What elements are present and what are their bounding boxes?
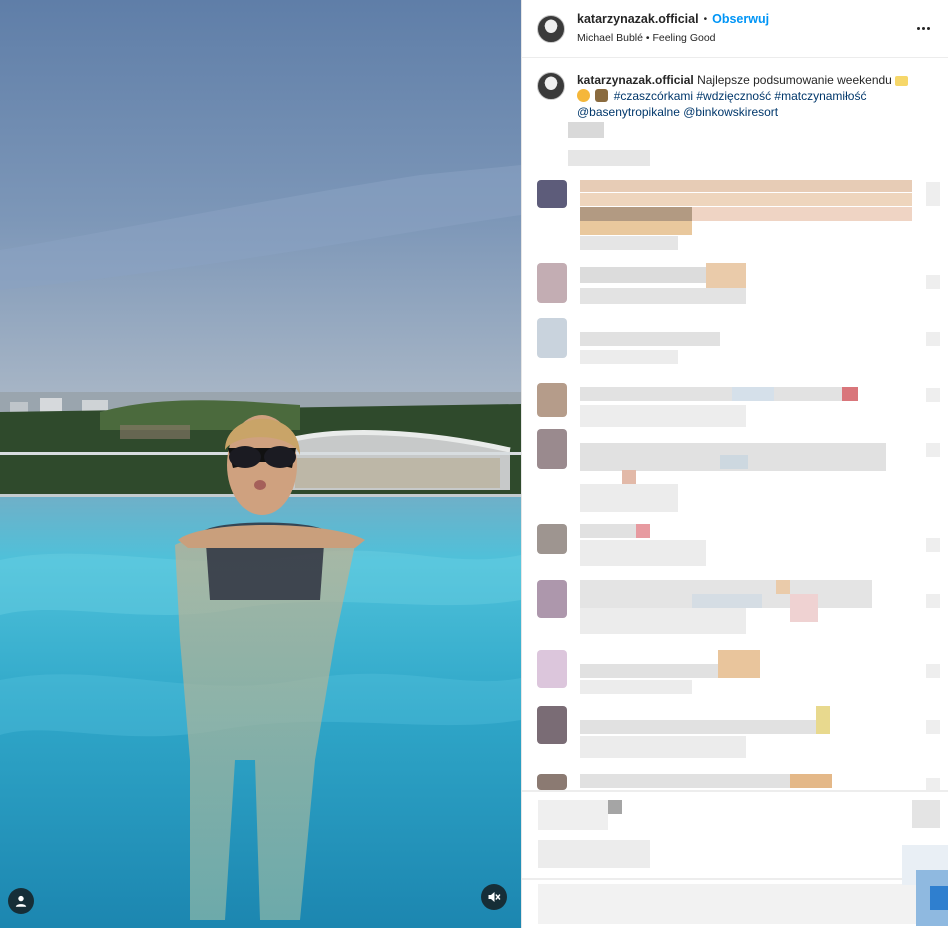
caption-username[interactable]: katarzynazak.official — [577, 73, 694, 87]
post-sidebar: katarzynazak.official • Obserwuj Michael… — [521, 0, 948, 928]
blurred-comments — [522, 0, 948, 928]
tagged-users-button[interactable] — [8, 888, 34, 914]
hugging-emoji-icon — [895, 76, 909, 86]
user-tag-icon — [15, 895, 27, 907]
post-media-video[interactable] — [0, 0, 521, 928]
more-horizontal-icon[interactable] — [912, 19, 934, 39]
caption-hashtags[interactable]: #czaszcórkami #wdzięczność #matczynamiło… — [614, 89, 867, 103]
post-caption: katarzynazak.official Najlepsze podsumow… — [522, 58, 948, 120]
post-header: katarzynazak.official • Obserwuj Michael… — [522, 0, 948, 58]
post-modal: katarzynazak.official • Obserwuj Michael… — [0, 0, 948, 928]
follow-button[interactable]: Obserwuj — [712, 12, 769, 28]
caption-author-avatar[interactable] — [537, 72, 565, 100]
audio-muted-icon — [488, 892, 501, 902]
author-info: katarzynazak.official • Obserwuj Michael… — [577, 12, 912, 45]
author-avatar[interactable] — [537, 14, 565, 43]
audio-track-link[interactable]: Michael Bublé • Feeling Good — [577, 32, 912, 45]
author-username[interactable]: katarzynazak.official — [577, 12, 699, 28]
heart-eyes-emoji-icon — [577, 89, 590, 102]
pool-scene-image — [0, 0, 521, 928]
caption-text: Najlepsze podsumowanie weekendu — [697, 73, 892, 87]
separator-dot: • — [703, 13, 708, 25]
audio-toggle-button[interactable] — [481, 884, 507, 910]
family-emoji-icon — [595, 89, 609, 102]
caption-mentions[interactable]: @basenytropikalne @binkowskiresort — [577, 105, 778, 119]
caption-body: katarzynazak.official Najlepsze podsumow… — [577, 72, 910, 120]
